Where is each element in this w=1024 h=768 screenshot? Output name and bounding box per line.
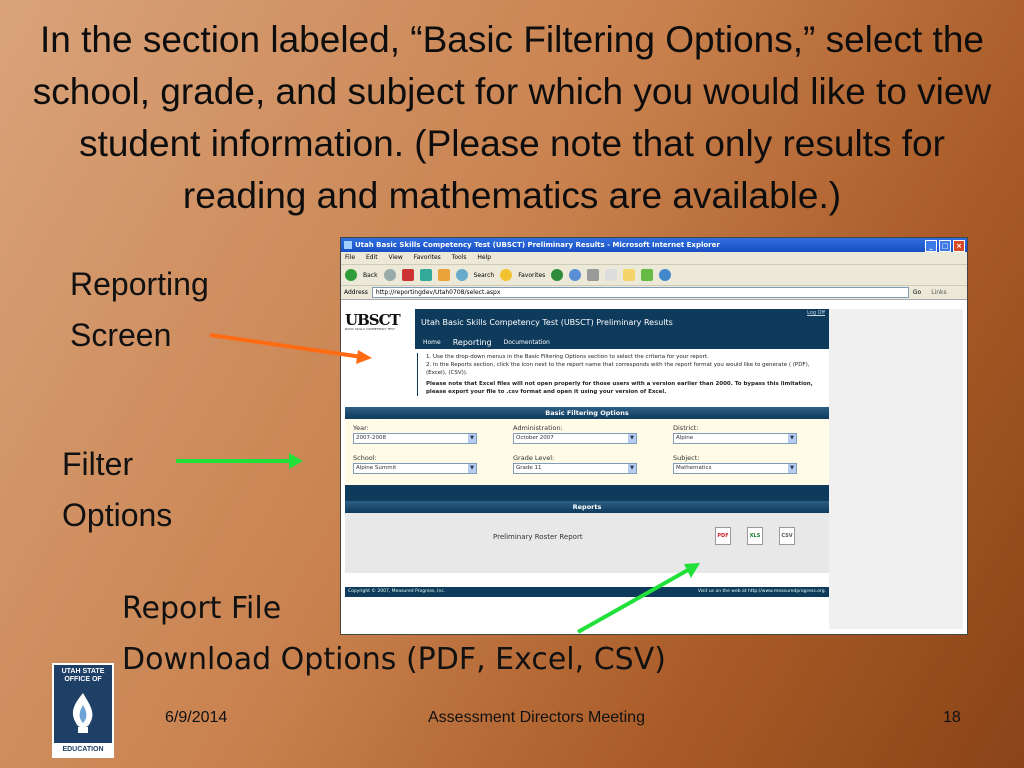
- footer-meeting: Assessment Directors Meeting: [428, 709, 645, 726]
- annotation-arrows: [176, 333, 700, 634]
- flame-icon: [72, 693, 93, 733]
- orange-arrow: [209, 333, 372, 364]
- logo-text-top: UTAH STATE OFFICE OF: [61, 668, 105, 683]
- green-arrow-download: [577, 563, 700, 634]
- logo-text-bottom: EDUCATION: [54, 743, 112, 756]
- green-arrow-filter: [176, 453, 303, 469]
- slide-number: 18: [943, 709, 961, 726]
- footer-date: 6/9/2014: [165, 709, 228, 726]
- usoe-logo: UTAH STATE OFFICE OF EDUCATION: [52, 663, 114, 758]
